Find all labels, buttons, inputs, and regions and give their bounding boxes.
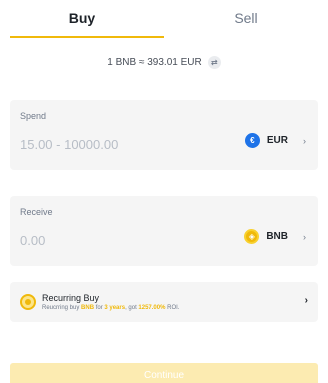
exchange-rate-text: 1 BNB ≈ 393.01 EUR [107,57,202,68]
spend-currency-code: EUR [266,135,288,146]
recurring-years: 3 years [104,305,126,311]
receive-currency-selector[interactable]: ◈ BNB › [244,229,306,244]
receive-input[interactable]: 0.00 [20,233,45,248]
receive-label: Receive [20,207,53,217]
exchange-rate: 1 BNB ≈ 393.01 EUR ⇄ [0,56,328,69]
euro-icon: € [244,133,260,148]
chevron-right-icon: › [303,135,306,146]
spend-label: Spend [20,111,47,121]
tab-sell[interactable]: Sell [164,10,328,26]
spend-card: Spend 15.00 - 10000.00 € EUR › [10,100,318,170]
spend-input[interactable]: 15.00 - 10000.00 [20,137,118,152]
recurring-buy-title: Recurring Buy [42,293,100,303]
buy-sell-tabs: Buy Sell [0,0,328,38]
spend-currency-selector[interactable]: € EUR › [244,133,306,148]
tab-buy[interactable]: Buy [0,10,164,26]
recurring-roi: 1257.00% [138,305,166,311]
recurring-coin-icon [20,294,36,310]
active-tab-indicator [10,36,164,38]
refresh-icon[interactable]: ⇄ [207,56,221,69]
recurring-buy-banner[interactable]: Recurring Buy Reucrring buy BNB for 3 ye… [10,282,318,322]
recurring-coin: BNB [81,305,95,311]
chevron-right-icon: › [303,231,306,242]
chevron-right-icon: › [304,295,308,306]
continue-button[interactable]: Continue [10,363,318,383]
receive-card: Receive 0.00 ◈ BNB › [10,196,318,266]
receive-currency-code: BNB [266,231,288,242]
recurring-buy-description: Reucrring buy BNB for 3 years, got 1257.… [42,305,180,311]
bnb-icon: ◈ [244,229,260,244]
